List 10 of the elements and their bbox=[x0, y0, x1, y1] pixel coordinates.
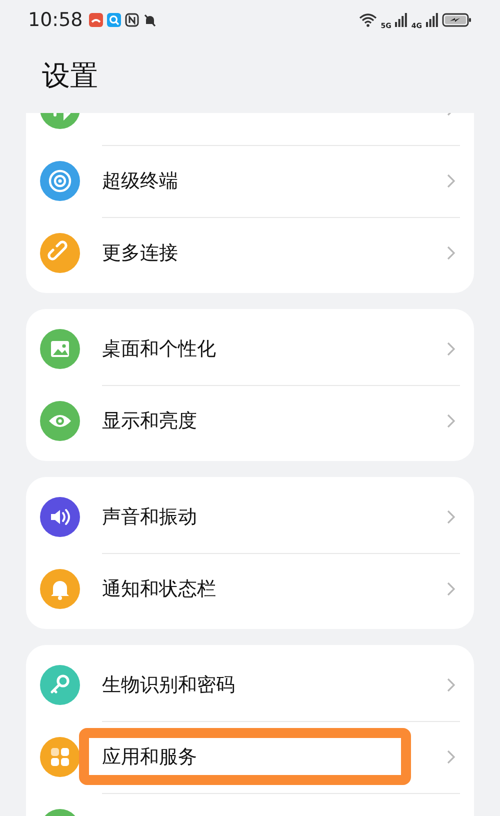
settings-item[interactable]: 桌面和个性化 bbox=[102, 336, 216, 362]
settings-item[interactable]: 声音和振动 bbox=[102, 504, 197, 530]
settings-item[interactable]: 生物识别和密码 bbox=[102, 672, 235, 698]
settings-item[interactable]: 显示和亮度 bbox=[102, 408, 197, 434]
settings-item[interactable]: 更多连接 bbox=[102, 240, 178, 266]
page-title: 设置 bbox=[42, 58, 99, 94]
clock: 10:58 bbox=[28, 9, 83, 31]
settings-item[interactable]: 应用和服务 bbox=[102, 744, 197, 770]
settings-item[interactable]: 通知和状态栏 bbox=[102, 576, 216, 602]
settings-item[interactable]: 超级终端 bbox=[102, 168, 178, 194]
